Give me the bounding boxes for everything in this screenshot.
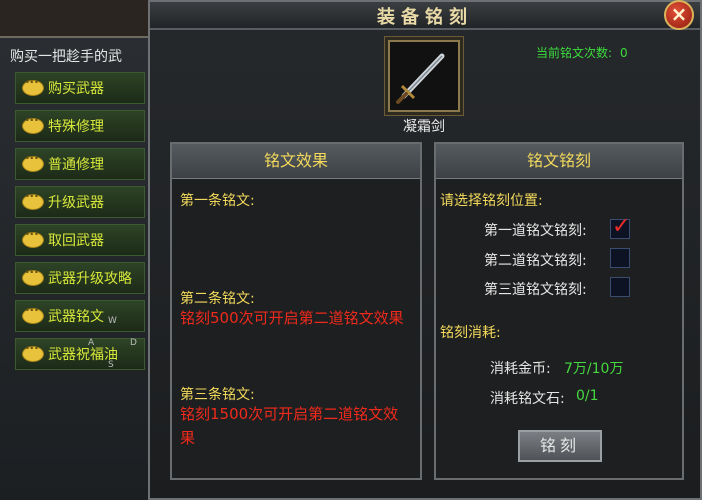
menu-upgrade-weapon[interactable]: 升级武器 (15, 186, 145, 218)
chat-bubble-icon (22, 341, 44, 362)
close-button[interactable]: × (664, 0, 694, 30)
slot2-label: 第二条铭文: (180, 291, 255, 307)
menu-blessing-oil[interactable]: 武器祝福油 (15, 338, 145, 370)
item-name: 凝霜剑 (403, 119, 445, 135)
slot2-desc: 铭刻500次可开启第二道铭文效果 (180, 309, 404, 327)
chat-bubble-icon (22, 75, 44, 96)
chat-bubble-icon (22, 189, 44, 210)
npc-dialog-text: 购买一把趁手的武 (10, 49, 122, 65)
stone-label: 消耗铭文石: (490, 391, 565, 407)
key-hint-s: S (108, 360, 114, 370)
slot3-desc: 铭刻1500次可开启第二道铭文效果 (180, 405, 399, 447)
menu-upgrade-guide[interactable]: 武器升级攻略 (15, 262, 145, 294)
gold-label: 消耗金币: (490, 361, 551, 377)
sword-icon (396, 53, 445, 104)
slot1-label: 第一条铭文: (180, 193, 255, 209)
chat-bubble-icon (22, 151, 44, 172)
key-hint-d: D (130, 338, 137, 348)
gold-value: 7万/10万 (564, 361, 624, 377)
option2-label: 第二道铭文铭刻: (484, 253, 587, 269)
npc-panel-top (0, 0, 152, 38)
option3-checkbox[interactable] (610, 277, 630, 297)
title-bar: 装备铭刻 (150, 2, 700, 30)
effect-header: 铭文效果 (172, 144, 420, 179)
menu-normal-repair[interactable]: 普通修理 (15, 148, 145, 180)
stone-value: 0/1 (576, 388, 599, 404)
slot3-label: 第三条铭文: (180, 387, 255, 403)
option3-label: 第三道铭文铭刻: (484, 282, 587, 298)
inscription-engrave-panel: 铭文铭刻 请选择铭刻位置: 第一道铭文铭刻: 第二道铭文铭刻: 第三道铭文铭刻:… (434, 142, 684, 480)
window-title: 装备铭刻 (377, 7, 473, 28)
chat-bubble-icon (22, 113, 44, 134)
chat-bubble-icon (22, 303, 44, 324)
menu-buy-weapon[interactable]: 购买武器 (15, 72, 145, 104)
equipment-inscription-window: 装备铭刻 × 当前铭文次数: 0 凝霜剑 铭文效果 第一条铭文: 第二条铭文: 铭… (148, 0, 702, 500)
option2-checkbox[interactable] (610, 248, 630, 268)
menu-special-repair[interactable]: 特殊修理 (15, 110, 145, 142)
position-prompt: 请选择铭刻位置: (440, 193, 543, 209)
option1-label: 第一道铭文铭刻: (484, 223, 587, 239)
inscription-count: 当前铭文次数: 0 (536, 44, 628, 61)
weapon-slot[interactable] (388, 40, 460, 112)
cost-title: 铭刻消耗: (440, 325, 501, 341)
counter-value: 0 (620, 46, 628, 60)
key-hint-w: W (108, 316, 117, 326)
chat-bubble-icon (22, 265, 44, 286)
engrave-header: 铭文铭刻 (436, 144, 682, 179)
inscription-effect-panel: 铭文效果 第一条铭文: 第二条铭文: 铭刻500次可开启第二道铭文效果 第三条铭… (170, 142, 422, 480)
npc-dialog-panel: 购买一把趁手的武 购买武器 特殊修理 普通修理 升级武器 取回武器 武器升级攻略… (0, 0, 154, 500)
chat-bubble-icon (22, 227, 44, 248)
menu-retrieve-weapon[interactable]: 取回武器 (15, 224, 145, 256)
engrave-button[interactable]: 铭刻 (518, 430, 602, 462)
key-hint-a: A (88, 338, 95, 348)
option1-checkbox[interactable] (610, 214, 630, 239)
counter-label: 当前铭文次数: (536, 46, 613, 60)
menu-weapon-inscription[interactable]: 武器铭文 (15, 300, 145, 332)
